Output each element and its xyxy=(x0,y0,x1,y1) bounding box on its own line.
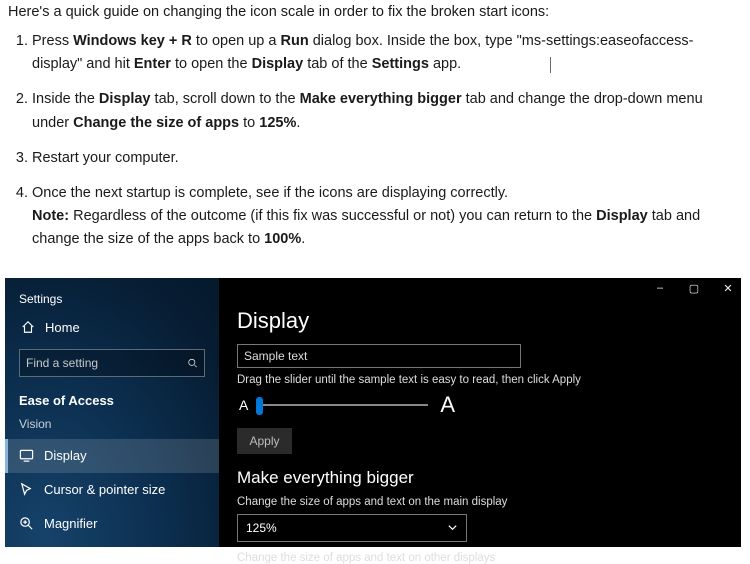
home-label: Home xyxy=(45,320,80,335)
search-input-wrap[interactable] xyxy=(19,349,205,377)
monitor-icon xyxy=(19,448,34,463)
apply-button[interactable]: Apply xyxy=(237,428,292,454)
cursor-icon xyxy=(19,482,34,497)
scale-dropdown[interactable]: 125% xyxy=(237,514,467,542)
a-big-icon: A xyxy=(440,392,455,418)
steps-list: Press Windows key + R to open up a Run d… xyxy=(32,30,742,252)
sidebar-item-label: Display xyxy=(44,448,87,463)
step-1: Press Windows key + R to open up a Run d… xyxy=(32,30,742,76)
step-2: Inside the Display tab, scroll down to t… xyxy=(32,88,742,134)
section-subtitle: Change the size of apps and text on the … xyxy=(237,496,741,508)
sidebar-item-cursor[interactable]: Cursor & pointer size xyxy=(5,473,219,507)
search-icon xyxy=(187,356,198,370)
sidebar: Settings Home Ease of Access Vision Disp… xyxy=(5,278,219,547)
app-title: Settings xyxy=(19,292,205,306)
sidebar-item-label: Cursor & pointer size xyxy=(44,482,165,497)
magnifier-icon xyxy=(19,516,34,531)
step-3: Restart your computer. xyxy=(32,147,742,170)
content-pane: Display Sample text Drag the slider unti… xyxy=(219,278,741,547)
intro-text: Here's a quick guide on changing the ico… xyxy=(8,4,742,20)
slider-thumb[interactable] xyxy=(256,397,263,415)
section-title: Make everything bigger xyxy=(237,468,741,488)
article-body: Here's a quick guide on changing the ico… xyxy=(0,0,750,278)
sample-text-box[interactable]: Sample text xyxy=(237,344,521,368)
slider-track[interactable] xyxy=(256,404,428,406)
home-icon xyxy=(21,320,35,334)
sidebar-item-display[interactable]: Display xyxy=(5,439,219,473)
home-link[interactable]: Home xyxy=(21,320,205,335)
slider-hint: Drag the slider until the sample text is… xyxy=(237,374,741,386)
search-input[interactable] xyxy=(20,356,187,370)
settings-window: – ▢ ✕ Settings Home Ease of Access Visio… xyxy=(5,278,741,547)
category-title: Ease of Access xyxy=(19,393,205,408)
sidebar-item-label: Magnifier xyxy=(44,516,97,531)
sidebar-group: Vision Display Cursor & pointer size Mag… xyxy=(5,417,219,547)
group-label: Vision xyxy=(5,417,219,439)
text-size-slider[interactable]: A A xyxy=(239,392,741,418)
a-small-icon: A xyxy=(239,397,248,413)
dropdown-value: 125% xyxy=(246,521,277,535)
sidebar-item-magnifier[interactable]: Magnifier xyxy=(5,507,219,541)
page-title: Display xyxy=(237,308,741,334)
step-4: Once the next startup is complete, see i… xyxy=(32,182,742,252)
chevron-down-icon xyxy=(447,522,458,533)
